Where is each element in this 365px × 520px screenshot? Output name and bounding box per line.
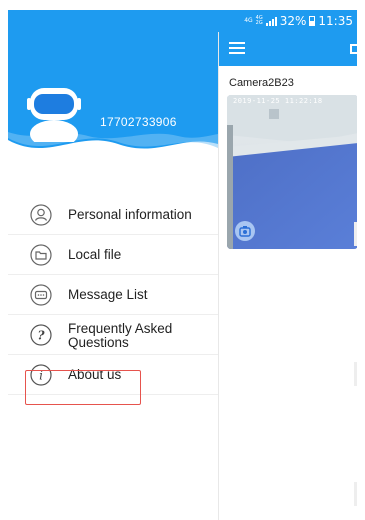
- user-phone: 17702733906: [100, 115, 177, 129]
- main-panel: Camera2B23 2019-11-25 11:22:18: [218, 32, 357, 520]
- menu-item-about-us[interactable]: i About us: [8, 355, 218, 395]
- svg-text:?: ?: [37, 328, 45, 342]
- camera-icon: [239, 226, 251, 237]
- camera-name: Camera2B23: [229, 77, 294, 89]
- menu-item-personal-information[interactable]: Personal information: [8, 195, 218, 235]
- scroll-indicator: [354, 362, 357, 386]
- snapshot-button[interactable]: [235, 221, 255, 241]
- signal-icon: [265, 16, 277, 26]
- avatar[interactable]: [24, 84, 84, 142]
- info-icon: i: [30, 363, 52, 386]
- battery-percent: 32%: [279, 14, 307, 28]
- network-type-4g: 4G: [244, 17, 253, 24]
- drawer-header: 17702733906: [8, 32, 218, 170]
- drawer-menu: Personal information Local file Message …: [8, 195, 218, 395]
- camera-preview[interactable]: 2019-11-25 11:22:18: [227, 95, 357, 249]
- menu-item-label: Message List: [68, 286, 148, 302]
- menu-item-label: Personal information: [68, 206, 192, 222]
- network-types: 4G 2G: [256, 16, 263, 26]
- menu-item-label: About us: [68, 366, 122, 382]
- network-type-low: 2G: [255, 20, 263, 26]
- scroll-indicator: [354, 482, 357, 506]
- app-screen: 4G 4G 2G 32% 11:35 Camera2B23 2019-11-25…: [8, 10, 357, 520]
- svg-text:i: i: [39, 368, 43, 382]
- menu-item-local-file[interactable]: Local file: [8, 235, 218, 275]
- clock: 11:35: [318, 14, 353, 28]
- menu-icon[interactable]: [229, 42, 245, 55]
- navigation-drawer: 17702733906 Personal information Local f…: [8, 32, 218, 520]
- camera-timestamp: 2019-11-25 11:22:18: [233, 97, 323, 105]
- scroll-indicator: [354, 222, 357, 246]
- menu-item-label: Local file: [68, 246, 122, 262]
- battery-icon: [309, 16, 316, 26]
- toolbar-action-icon[interactable]: [350, 44, 357, 54]
- status-icons: 4G 4G 2G 32% 11:35: [244, 14, 353, 28]
- person-icon: [30, 203, 52, 226]
- main-toolbar: [219, 32, 357, 66]
- folder-icon: [30, 243, 52, 266]
- message-icon: [30, 283, 52, 306]
- menu-item-message-list[interactable]: Message List: [8, 275, 218, 315]
- menu-item-faq[interactable]: ? Frequently Asked Questions: [8, 315, 218, 355]
- status-bar: 4G 4G 2G 32% 11:35: [8, 10, 357, 32]
- question-icon: ?: [30, 323, 52, 346]
- menu-item-label: Frequently Asked Questions: [68, 321, 173, 350]
